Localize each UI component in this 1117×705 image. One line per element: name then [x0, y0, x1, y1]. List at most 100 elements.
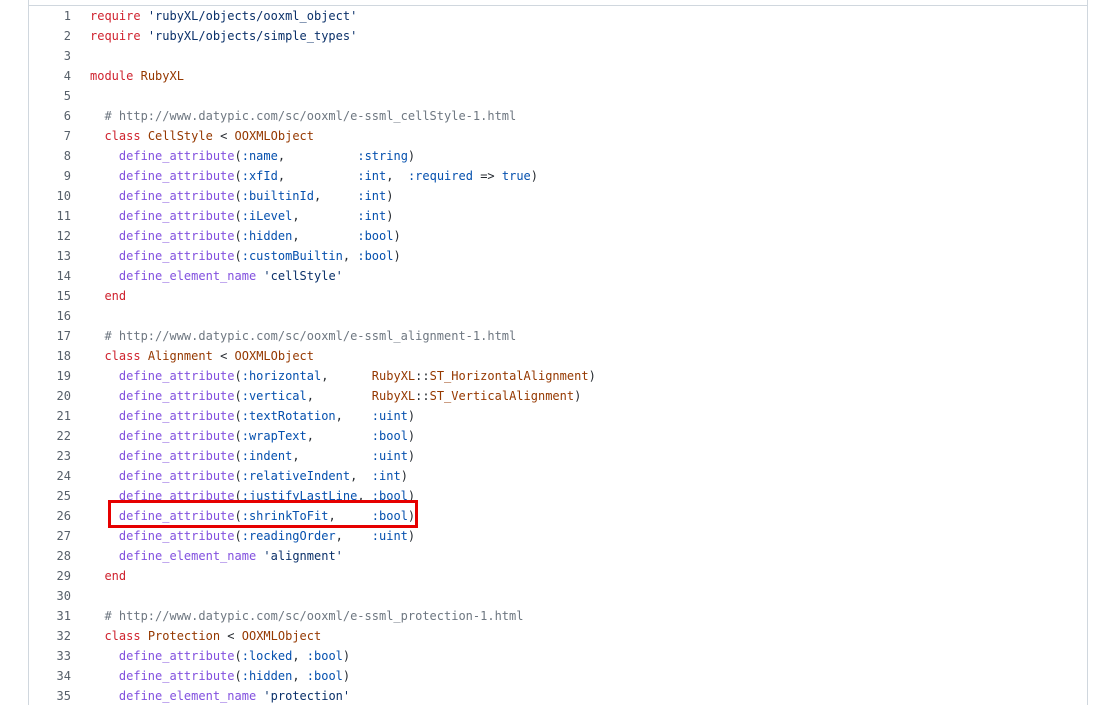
line-number[interactable]: 31 — [29, 606, 71, 626]
code-token: # http://www.datypic.com/sc/ooxml/e-ssml… — [90, 329, 517, 343]
code-token: 'alignment' — [263, 549, 343, 563]
line-number[interactable]: 28 — [29, 546, 71, 566]
code-token: ) — [407, 409, 416, 423]
code-token: :hidden — [241, 229, 293, 243]
line-number[interactable]: 17 — [29, 326, 71, 346]
code-token: define_attribute — [118, 429, 235, 443]
line-number[interactable]: 19 — [29, 366, 71, 386]
line-number[interactable]: 27 — [29, 526, 71, 546]
code-token: ) — [407, 529, 416, 543]
line-code: class CellStyle < OOXMLObject — [90, 126, 314, 146]
code-line: 15 end — [29, 286, 1087, 306]
code-token: define_attribute — [118, 649, 235, 663]
code-token: < — [220, 629, 242, 643]
code-token: :int — [357, 189, 387, 203]
code-token: ) — [342, 649, 351, 663]
line-number[interactable]: 34 — [29, 666, 71, 686]
code-token: , — [292, 209, 358, 223]
line-number[interactable]: 16 — [29, 306, 71, 326]
line-number[interactable]: 11 — [29, 206, 71, 226]
code-token: , — [328, 509, 372, 523]
line-number[interactable]: 7 — [29, 126, 71, 146]
code-line: 12 define_attribute(:hidden, :bool) — [29, 226, 1087, 246]
code-token: , — [277, 169, 358, 183]
code-token: :vertical — [241, 389, 307, 403]
code-token: , — [292, 449, 372, 463]
code-token: class — [104, 129, 141, 143]
line-number[interactable]: 4 — [29, 66, 71, 86]
line-number[interactable]: 15 — [29, 286, 71, 306]
line-number[interactable]: 30 — [29, 586, 71, 606]
line-code: define_attribute(:iLevel, :int) — [90, 206, 394, 226]
code-token: ) — [574, 389, 582, 403]
line-code: define_element_name 'alignment' — [90, 546, 343, 566]
code-token: :shrinkToFit — [241, 509, 329, 523]
code-token: :int — [357, 209, 387, 223]
line-number[interactable]: 10 — [29, 186, 71, 206]
line-number[interactable]: 8 — [29, 146, 71, 166]
line-number[interactable]: 21 — [29, 406, 71, 426]
line-number[interactable]: 5 — [29, 86, 71, 106]
code-token: , — [277, 149, 358, 163]
code-token: CellStyle — [147, 129, 213, 143]
code-token: 'cellStyle' — [263, 269, 343, 283]
code-line: 31 # http://www.datypic.com/sc/ooxml/e-s… — [29, 606, 1087, 626]
line-code: require 'rubyXL/objects/ooxml_object' — [90, 6, 357, 26]
line-number[interactable]: 14 — [29, 266, 71, 286]
line-number[interactable]: 35 — [29, 686, 71, 705]
line-number[interactable]: 9 — [29, 166, 71, 186]
code-token: ( — [234, 649, 242, 663]
line-number[interactable]: 33 — [29, 646, 71, 666]
code-token: ( — [234, 229, 242, 243]
code-line: 8 define_attribute(:name, :string) — [29, 146, 1087, 166]
code-token: :required — [407, 169, 473, 183]
code-token: , — [292, 669, 307, 683]
code-token: ) — [407, 489, 416, 503]
line-number[interactable]: 2 — [29, 26, 71, 46]
line-number[interactable]: 13 — [29, 246, 71, 266]
line-number[interactable]: 29 — [29, 566, 71, 586]
code-token: :iLevel — [241, 209, 293, 223]
code-line: 29 end — [29, 566, 1087, 586]
line-number[interactable]: 25 — [29, 486, 71, 506]
line-number[interactable]: 6 — [29, 106, 71, 126]
code-token: :bool — [306, 669, 343, 683]
code-token: define_attribute — [118, 529, 235, 543]
code-token: , — [342, 249, 358, 263]
line-number[interactable]: 12 — [29, 226, 71, 246]
code-line: 3 — [29, 46, 1087, 66]
line-number[interactable]: 20 — [29, 386, 71, 406]
line-number[interactable]: 3 — [29, 46, 71, 66]
code-lines: 1 require 'rubyXL/objects/ooxml_object' 2 r… — [29, 6, 1087, 705]
code-token: 'rubyXL/objects/ooxml_object' — [147, 9, 358, 23]
code-line: 27 define_attribute(:readingOrder, :uint… — [29, 526, 1087, 546]
line-number[interactable]: 26 — [29, 506, 71, 526]
line-number[interactable]: 22 — [29, 426, 71, 446]
code-token: :customBuiltin — [241, 249, 343, 263]
line-code: define_attribute(:hidden, :bool) — [90, 666, 350, 686]
code-token: , — [335, 409, 372, 423]
code-line: 6 # http://www.datypic.com/sc/ooxml/e-ss… — [29, 106, 1087, 126]
code-token: ) — [386, 189, 394, 203]
code-token: , — [292, 229, 358, 243]
code-line: 11 define_attribute(:iLevel, :int) — [29, 206, 1087, 226]
code-token: define_attribute — [118, 209, 235, 223]
line-number[interactable]: 18 — [29, 346, 71, 366]
line-code: define_attribute(:readingOrder, :uint) — [90, 526, 415, 546]
code-line: 4 module RubyXL — [29, 66, 1087, 86]
line-number[interactable]: 1 — [29, 6, 71, 26]
line-number[interactable]: 23 — [29, 446, 71, 466]
line-number[interactable]: 32 — [29, 626, 71, 646]
line-number[interactable]: 24 — [29, 466, 71, 486]
